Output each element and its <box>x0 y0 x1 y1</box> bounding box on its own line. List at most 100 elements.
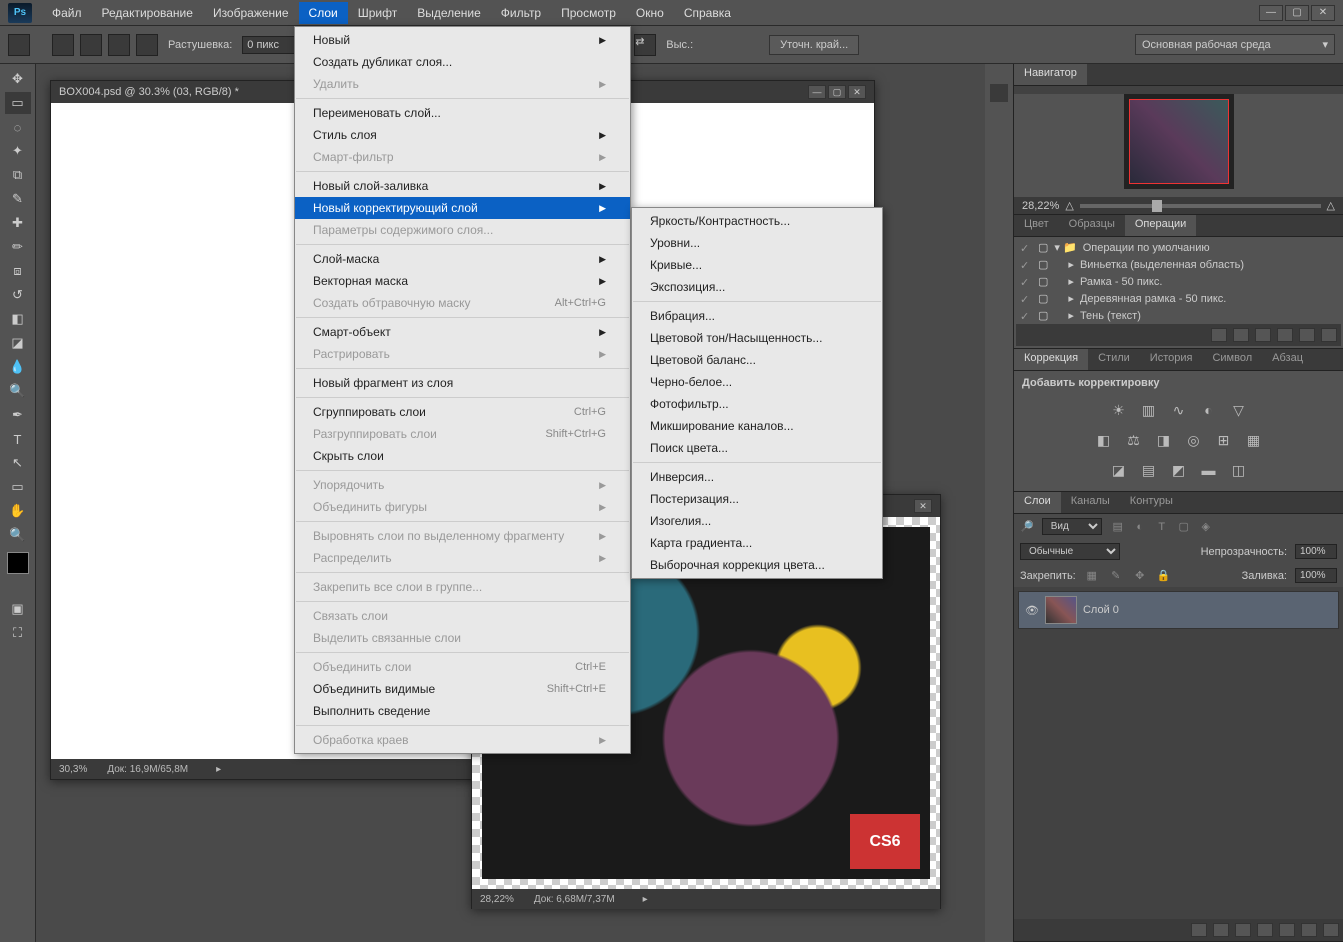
menu-item-цветовой-баланс---[interactable]: Цветовой баланс... <box>632 349 882 371</box>
tab-Каналы[interactable]: Каналы <box>1061 492 1120 513</box>
menu-item-кривые---[interactable]: Кривые... <box>632 254 882 276</box>
workspace-selector[interactable]: Основная рабочая среда ▾ <box>1135 34 1335 55</box>
history-brush-tool[interactable]: ↺ <box>5 284 31 306</box>
zoom-value[interactable]: 30,3% <box>59 764 87 775</box>
visibility-icon[interactable]: 👁 <box>1025 604 1039 617</box>
tab-Символ[interactable]: Символ <box>1202 349 1262 370</box>
bw-icon[interactable]: ◨ <box>1154 431 1174 449</box>
eraser-tool[interactable]: ◧ <box>5 308 31 330</box>
navigator-zoom-value[interactable]: 28,22% <box>1022 200 1059 212</box>
tab-Образцы[interactable]: Образцы <box>1059 215 1125 236</box>
menu-item-переименовать-слой---[interactable]: Переименовать слой... <box>295 102 630 124</box>
menu-item-сгруппировать-слои[interactable]: Сгруппировать слоиCtrl+G <box>295 401 630 423</box>
mask-icon[interactable] <box>1235 923 1251 937</box>
exposure-icon[interactable]: ◐ <box>1199 401 1219 419</box>
new-layer-icon[interactable] <box>1301 923 1317 937</box>
trash-icon[interactable] <box>1321 328 1337 342</box>
navigator-zoom-slider[interactable] <box>1080 204 1321 208</box>
group-icon[interactable] <box>1279 923 1295 937</box>
opacity-input[interactable] <box>1295 544 1337 559</box>
quickmask-tool[interactable]: ▣ <box>5 598 31 620</box>
wand-tool[interactable]: ✦ <box>5 140 31 162</box>
fx-icon[interactable] <box>1213 923 1229 937</box>
action-item[interactable]: ✓▢▸Тень (текст) <box>1016 307 1341 324</box>
menu-слои[interactable]: Слои <box>299 2 348 24</box>
close-button[interactable]: ✕ <box>1311 5 1335 21</box>
menu-item-выборочная-коррекция-цвета---[interactable]: Выборочная коррекция цвета... <box>632 554 882 576</box>
stamp-tool[interactable]: ⧈ <box>5 260 31 282</box>
selection-subtract-icon[interactable] <box>108 34 130 56</box>
menu-справка[interactable]: Справка <box>674 2 741 24</box>
swap-icon[interactable]: ⇄ <box>634 34 656 56</box>
selection-add-icon[interactable] <box>80 34 102 56</box>
action-item[interactable]: ✓▢▸Деревянная рамка - 50 пикс. <box>1016 290 1341 307</box>
layer-thumbnail[interactable] <box>1045 596 1077 624</box>
menu-файл[interactable]: Файл <box>42 2 92 24</box>
shape-tool[interactable]: ▭ <box>5 476 31 498</box>
brush-tool[interactable]: ✏ <box>5 236 31 258</box>
minimize-button[interactable]: — <box>1259 5 1283 21</box>
tab-История[interactable]: История <box>1140 349 1203 370</box>
action-item[interactable]: ✓▢▸Рамка - 50 пикс. <box>1016 273 1341 290</box>
doc-maximize-icon[interactable]: ▢ <box>828 85 846 99</box>
blend-mode-select[interactable]: Обычные <box>1020 543 1120 560</box>
mixer-icon[interactable]: ⊞ <box>1214 431 1234 449</box>
type-tool[interactable]: T <box>5 428 31 450</box>
vibrance-icon[interactable]: ▽ <box>1229 401 1249 419</box>
invert-icon[interactable]: ◪ <box>1109 461 1129 479</box>
menu-item-выполнить-сведение[interactable]: Выполнить сведение <box>295 700 630 722</box>
move-tool[interactable]: ✥ <box>5 68 31 90</box>
menu-item-смарт-объект[interactable]: Смарт-объект▶ <box>295 321 630 343</box>
menu-item-стиль-слоя[interactable]: Стиль слоя▶ <box>295 124 630 146</box>
new-action-icon[interactable] <box>1299 328 1315 342</box>
menu-item-уровни---[interactable]: Уровни... <box>632 232 882 254</box>
navigator-thumbnail[interactable] <box>1124 94 1234 189</box>
brightness-icon[interactable]: ☀ <box>1109 401 1129 419</box>
path-select-tool[interactable]: ↖ <box>5 452 31 474</box>
menu-item-инверсия---[interactable]: Инверсия... <box>632 466 882 488</box>
tab-Цвет[interactable]: Цвет <box>1014 215 1059 236</box>
menu-просмотр[interactable]: Просмотр <box>551 2 626 24</box>
menu-item-черно-белое---[interactable]: Черно-белое... <box>632 371 882 393</box>
layer-name[interactable]: Слой 0 <box>1083 604 1119 616</box>
panel-icon-1[interactable] <box>990 84 1008 102</box>
fill-input[interactable] <box>1295 568 1337 583</box>
menu-item-новый-корректирующий-слой[interactable]: Новый корректирующий слой▶ <box>295 197 630 219</box>
status-arrow-icon[interactable]: ▸ <box>216 764 221 775</box>
filter-smart-icon[interactable]: ◈ <box>1198 520 1214 534</box>
photofilter-icon[interactable]: ◎ <box>1184 431 1204 449</box>
dodge-tool[interactable]: 🔍 <box>5 380 31 402</box>
pen-tool[interactable]: ✒ <box>5 404 31 426</box>
doc2-close-icon[interactable]: ✕ <box>914 499 932 513</box>
stop-icon[interactable] <box>1211 328 1227 342</box>
doc-close-icon[interactable]: ✕ <box>848 85 866 99</box>
tab-Контуры[interactable]: Контуры <box>1120 492 1183 513</box>
tool-preset-icon[interactable] <box>8 34 30 56</box>
zoom-tool[interactable]: 🔍 <box>5 524 31 546</box>
menu-item-постеризация---[interactable]: Постеризация... <box>632 488 882 510</box>
zoom-out-icon[interactable]: △ <box>1065 199 1073 212</box>
adj-layer-icon[interactable] <box>1257 923 1273 937</box>
gradient-tool[interactable]: ◪ <box>5 332 31 354</box>
hand-tool[interactable]: ✋ <box>5 500 31 522</box>
tab-Абзац[interactable]: Абзац <box>1262 349 1313 370</box>
gradient-icon[interactable]: ▬ <box>1199 461 1219 479</box>
maximize-button[interactable]: ▢ <box>1285 5 1309 21</box>
menu-item-цветовой-тон-насыщенность---[interactable]: Цветовой тон/Насыщенность... <box>632 327 882 349</box>
filter-adj-icon[interactable]: ◐ <box>1132 520 1148 534</box>
threshold-icon[interactable]: ◩ <box>1169 461 1189 479</box>
menu-окно[interactable]: Окно <box>626 2 674 24</box>
menu-изображение[interactable]: Изображение <box>203 2 299 24</box>
tab-Операции[interactable]: Операции <box>1125 215 1196 236</box>
color-swatches[interactable] <box>7 552 29 574</box>
hue-icon[interactable]: ◧ <box>1094 431 1114 449</box>
menu-item-слой-маска[interactable]: Слой-маска▶ <box>295 248 630 270</box>
lock-pos-icon[interactable]: ✥ <box>1132 569 1148 583</box>
menu-item-вибрация---[interactable]: Вибрация... <box>632 305 882 327</box>
heal-tool[interactable]: ✚ <box>5 212 31 234</box>
tab-Стили[interactable]: Стили <box>1088 349 1140 370</box>
lock-all-icon[interactable]: 🔒 <box>1156 569 1172 583</box>
filter-kind-select[interactable]: Вид <box>1042 518 1102 535</box>
lookup-icon[interactable]: ▦ <box>1244 431 1264 449</box>
new-set-icon[interactable] <box>1277 328 1293 342</box>
